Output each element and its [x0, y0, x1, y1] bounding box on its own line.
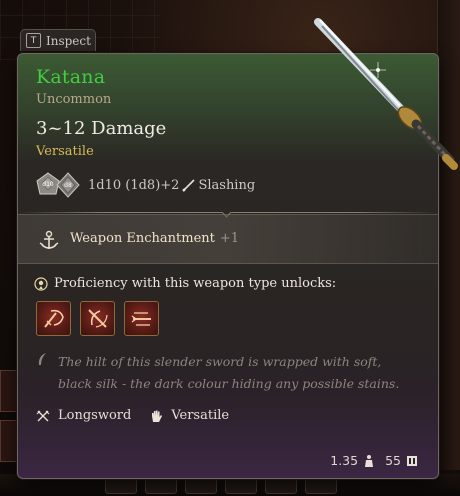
weapon-enchantment-icon	[39, 230, 59, 249]
header-divider	[18, 212, 438, 213]
keycap-t: T	[26, 33, 41, 48]
item-description: The hilt of this slender sword is wrappe…	[58, 354, 400, 391]
proficiency-label: Proficiency with this weapon type unlock…	[54, 276, 337, 291]
background-frame	[437, 0, 460, 470]
property-versatile: Versatile	[171, 408, 230, 423]
item-tooltip: Katana Uncommon 3~12 Damage Versatile d1…	[17, 53, 439, 479]
damage-range: 3~12 Damage	[36, 118, 167, 139]
flourish-action-icon[interactable]	[36, 301, 71, 336]
game-scene: T Inspect Katana Uncommon 3~12 Damage Ve…	[0, 0, 460, 496]
weight-icon	[365, 454, 374, 467]
item-weight: 1.35	[330, 453, 359, 468]
proficiency-icon	[34, 276, 48, 291]
d8-die-label: d8	[64, 182, 72, 189]
hand-icon	[152, 410, 163, 422]
inspect-label: Inspect	[46, 33, 91, 48]
cleave-action-icon[interactable]	[80, 301, 115, 336]
damage-type: Slashing	[198, 177, 256, 193]
enchantment-row: Weapon Enchantment +1	[18, 214, 438, 264]
background-slot	[0, 370, 18, 412]
d8-die-icon: d8	[56, 172, 80, 198]
gold-coin-icon	[407, 455, 417, 466]
enchantment-label: Weapon Enchantment +1	[70, 231, 239, 246]
proficiency-row: Proficiency with this weapon type unlock…	[34, 276, 336, 291]
weapon-properties: Longsword Versatile	[36, 408, 247, 423]
item-value: 55	[385, 453, 401, 468]
enchantment-text: Weapon Enchantment	[70, 231, 215, 246]
damage-property: Versatile	[36, 144, 94, 159]
item-footer: 1.35 55	[330, 453, 418, 468]
weapon-actions	[36, 301, 159, 336]
item-name: Katana	[36, 66, 106, 88]
background-slot	[0, 420, 18, 462]
item-rarity: Uncommon	[36, 92, 112, 107]
dice-formula: 1d10 (1d8)+2	[88, 177, 180, 193]
slashing-icon	[182, 179, 196, 192]
quill-icon	[38, 353, 46, 365]
dice-row: d10 d8 1d10 (1d8)+2 Slashing	[36, 172, 255, 198]
crossed-swords-icon	[36, 410, 50, 421]
enchantment-value: +1	[219, 231, 240, 246]
property-longsword: Longsword	[58, 408, 132, 423]
slash-action-icon[interactable]	[124, 301, 159, 336]
d10-die-label: d10	[42, 181, 54, 188]
inspect-hint[interactable]: T Inspect	[20, 29, 96, 51]
